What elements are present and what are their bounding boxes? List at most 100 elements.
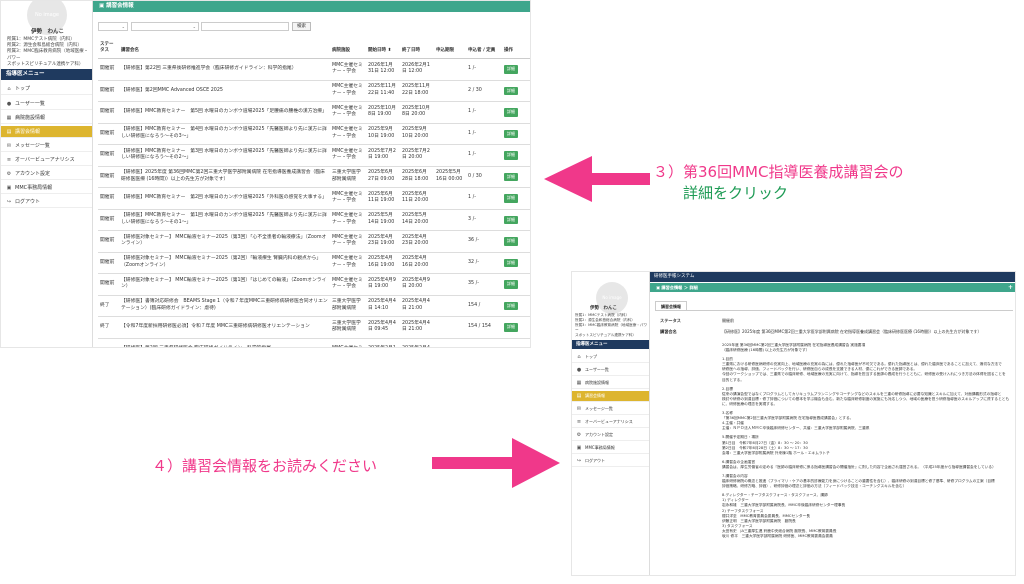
cell-count: 1 /- — [466, 187, 502, 210]
cell-facility: 三重大学医学部附属病院 — [330, 295, 366, 317]
cell-end: 2025年4月16日 20:00 — [400, 252, 434, 274]
sidebar-item-label: 講習会情報 — [585, 393, 605, 398]
detail-button[interactable]: 詳細 — [504, 280, 518, 289]
menu-header: 指導医メニュー — [572, 340, 649, 349]
detail-button[interactable]: 詳細 — [504, 172, 518, 181]
table-header: ステータス 講習会名 病院施設 開始日時 ⬍ 終了日時 申込期限 申込者 / 定… — [98, 40, 530, 59]
expand-icon[interactable]: + — [1008, 283, 1013, 292]
table-row: 終了 【令和7年度新採用研修医必須】令和７年度 MMC三重研修病研修医オリエンテー… — [98, 316, 530, 339]
cell-end: 2025年10月8日 20:00 — [400, 101, 434, 124]
cell-facility: MMC主催セミナー・学会 — [330, 123, 366, 145]
sidebar-item-building[interactable]: ▦ 病院施設情報 — [1, 112, 92, 124]
user-affiliations: 所属1：MMCテスト病院（内科） 所属2：源生会和島総合病院（内科） 所属3：M… — [575, 313, 649, 338]
sidebar-item-label: メッセージ一覧 — [585, 406, 613, 411]
course-list-screenshot: No image 伊勢 わんこ 所属1：MMCテスト病院（内科） 所属2：源生会… — [0, 0, 531, 348]
cell-facility: MMC主催セミナー・学会 — [330, 209, 366, 231]
description-line: 坂川 修平 三重大学医学部附属病院 研修医、MMC教育委員会委員 — [722, 534, 833, 538]
course-table: ステータス 講習会名 病院施設 開始日時 ⬍ 終了日時 申込期限 申込者 / 定… — [98, 40, 530, 347]
table-row: 開催前 【研修医】MMC教育セミナー 第2回 水曜日のカンボウ道場2025「外科医… — [98, 187, 530, 210]
detail-button[interactable]: 詳細 — [504, 301, 518, 310]
sidebar-item-building[interactable]: ▦ 病院施設情報 — [572, 378, 649, 389]
col-name: 講習会名 — [119, 40, 330, 59]
cell-deadline — [434, 252, 466, 274]
sidebar-item-label: ユーザー一覧 — [15, 101, 45, 107]
table-row: 開催前 【研修医】MMC教育セミナー 第5回 水曜日のカンボウ道場2025「足腰痛… — [98, 101, 530, 124]
cell-start: 2025年4月16日 19:00 — [366, 252, 400, 274]
sidebar-item-chart[interactable]: ≡ オーバービューアナリシス — [1, 154, 92, 166]
table-row: 開催前 【研修医】MMC教育セミナー 第1回 水曜日のカンボウ道場2025「先醫医… — [98, 209, 530, 231]
breadcrumb: ▣ 講習会情報 ＞ 詳細 + — [650, 283, 1015, 292]
cell-action: 詳細 — [502, 187, 530, 210]
cell-status: 開催前 — [98, 166, 119, 188]
sidebar-item-book[interactable]: ▤ 講習会情報 — [1, 126, 92, 138]
table-row: 開催前 【研修医対象セミナー】 MMC輸液セミナー2025（第2回）「輸液療生 腎… — [98, 252, 530, 274]
cell-name: 【研修医】第2回 三重県研修医会 臨床研修ガイドライン・科学的指尾 — [119, 338, 330, 347]
cell-status: 開催前 — [98, 123, 119, 145]
detail-button[interactable]: 詳細 — [504, 86, 518, 95]
cell-end: 2026年2月1日 12:00 — [400, 58, 434, 81]
detail-button[interactable]: 詳細 — [504, 215, 518, 224]
sidebar-item-logout[interactable]: ↪ ログアウト — [572, 456, 649, 467]
cell-status: 開催前 — [98, 209, 119, 231]
cell-name: 【研修医対象セミナー】 MMC輸液セミナー2025（第1回）「はじめての輸液」（… — [119, 273, 330, 296]
sidebar-item-label: トップ — [585, 354, 597, 359]
col-count: 申込者 / 定員 — [466, 40, 502, 59]
sidebar-item-user[interactable]: ● ユーザー一覧 — [572, 365, 649, 376]
sidebar: No image 伊勢 わんこ 所属1：MMCテスト病院（内科） 所属2：源生会… — [572, 272, 650, 575]
detail-button[interactable]: 詳細 — [504, 65, 518, 74]
sidebar-item-label: 講習会情報 — [15, 129, 41, 135]
cell-end: 2025年4月9日 20:00 — [400, 273, 434, 296]
home-icon: ⌂ — [7, 85, 11, 92]
cell-action: 詳細 — [502, 295, 530, 317]
sidebar-item-chart[interactable]: ≡ オーバービューアナリシス — [572, 417, 649, 428]
detail-button[interactable]: 詳細 — [504, 194, 518, 203]
sidebar-item-user[interactable]: ● ユーザー一覧 — [1, 98, 92, 110]
sidebar-item-gear[interactable]: ⚙ アカウント設定 — [1, 168, 92, 180]
sidebar-item-gear[interactable]: ⚙ アカウント設定 — [572, 430, 649, 441]
cell-start: 2025年9月10日 19:00 — [366, 123, 400, 145]
cell-action: 詳細 — [502, 230, 530, 253]
filter-select-1[interactable]: ⌄ — [98, 22, 128, 31]
cell-end: 2025年6月28日 18:00 — [400, 166, 434, 188]
search-input[interactable] — [201, 22, 289, 31]
info-icon: ▣ — [6, 184, 12, 191]
sidebar-item-logout[interactable]: ↪ ログアウト — [1, 196, 92, 208]
cell-deadline — [434, 295, 466, 317]
cell-start: 2025年11月22日 11:40 — [366, 80, 400, 102]
filter-select-2[interactable]: ⌄ — [131, 22, 199, 31]
cell-name: 【令和7年度新採用研修医必須】令和７年度 MMC三重研修病研修医オリエンテーショ… — [119, 316, 330, 339]
cell-end: 2025年5月14日 20:00 — [400, 209, 434, 231]
cell-count: 1 /- — [466, 123, 502, 145]
cell-deadline — [434, 80, 466, 102]
system-header: 研修医手帳システム — [650, 272, 1015, 282]
detail-button[interactable]: 詳細 — [504, 151, 518, 160]
detail-button[interactable]: 詳細 — [504, 129, 518, 138]
tab-course-info[interactable]: 講習会情報 — [655, 301, 687, 310]
home-icon: ⌂ — [577, 354, 581, 360]
cell-count — [466, 338, 502, 347]
detail-button[interactable]: 詳細 — [504, 323, 518, 332]
sidebar-item-label: MMC事務局情報 — [15, 185, 53, 191]
sidebar-item-info[interactable]: ▣ MMC事務局情報 — [572, 443, 649, 454]
breadcrumb-text[interactable]: 講習会情報 ＞ 詳細 — [661, 285, 697, 290]
table-row: 【研修医】第2回 三重県研修医会 臨床研修ガイドライン・科学的指尾 MMC主催セミ… — [98, 338, 530, 347]
detail-button[interactable]: 詳細 — [504, 108, 518, 117]
building-icon: ▦ — [576, 380, 582, 386]
sidebar-item-home[interactable]: ⌂ トップ — [572, 352, 649, 363]
detail-button[interactable]: 詳細 — [504, 258, 518, 267]
sidebar-item-label: ログアウト — [585, 458, 605, 463]
search-button[interactable]: 検索 — [292, 22, 311, 31]
sidebar-item-label: トップ — [15, 86, 31, 92]
sidebar-item-book[interactable]: ▤ 講習会情報 — [572, 391, 649, 402]
cell-name: 【研修医】第22回 三重県後研修推進学会（臨床研修ガイドライン：科学的指尾） — [119, 58, 330, 81]
sidebar-item-envelope[interactable]: ✉ メッセージ一覧 — [1, 140, 92, 152]
sidebar-item-home[interactable]: ⌂ トップ — [1, 83, 92, 95]
col-start[interactable]: 開始日時 ⬍ — [366, 40, 400, 59]
sidebar: No image 伊勢 わんこ 所属1：MMCテスト病院（内科） 所属2：源生会… — [1, 1, 93, 347]
cell-count: 1 /- — [466, 58, 502, 81]
detail-button[interactable]: 詳細 — [504, 237, 518, 246]
sidebar-item-envelope[interactable]: ✉ メッセージ一覧 — [572, 404, 649, 415]
cell-start: 2025年5月14日 19:00 — [366, 209, 400, 231]
cell-count: 3 /- — [466, 209, 502, 231]
sidebar-item-info[interactable]: ▣ MMC事務局情報 — [1, 182, 92, 194]
